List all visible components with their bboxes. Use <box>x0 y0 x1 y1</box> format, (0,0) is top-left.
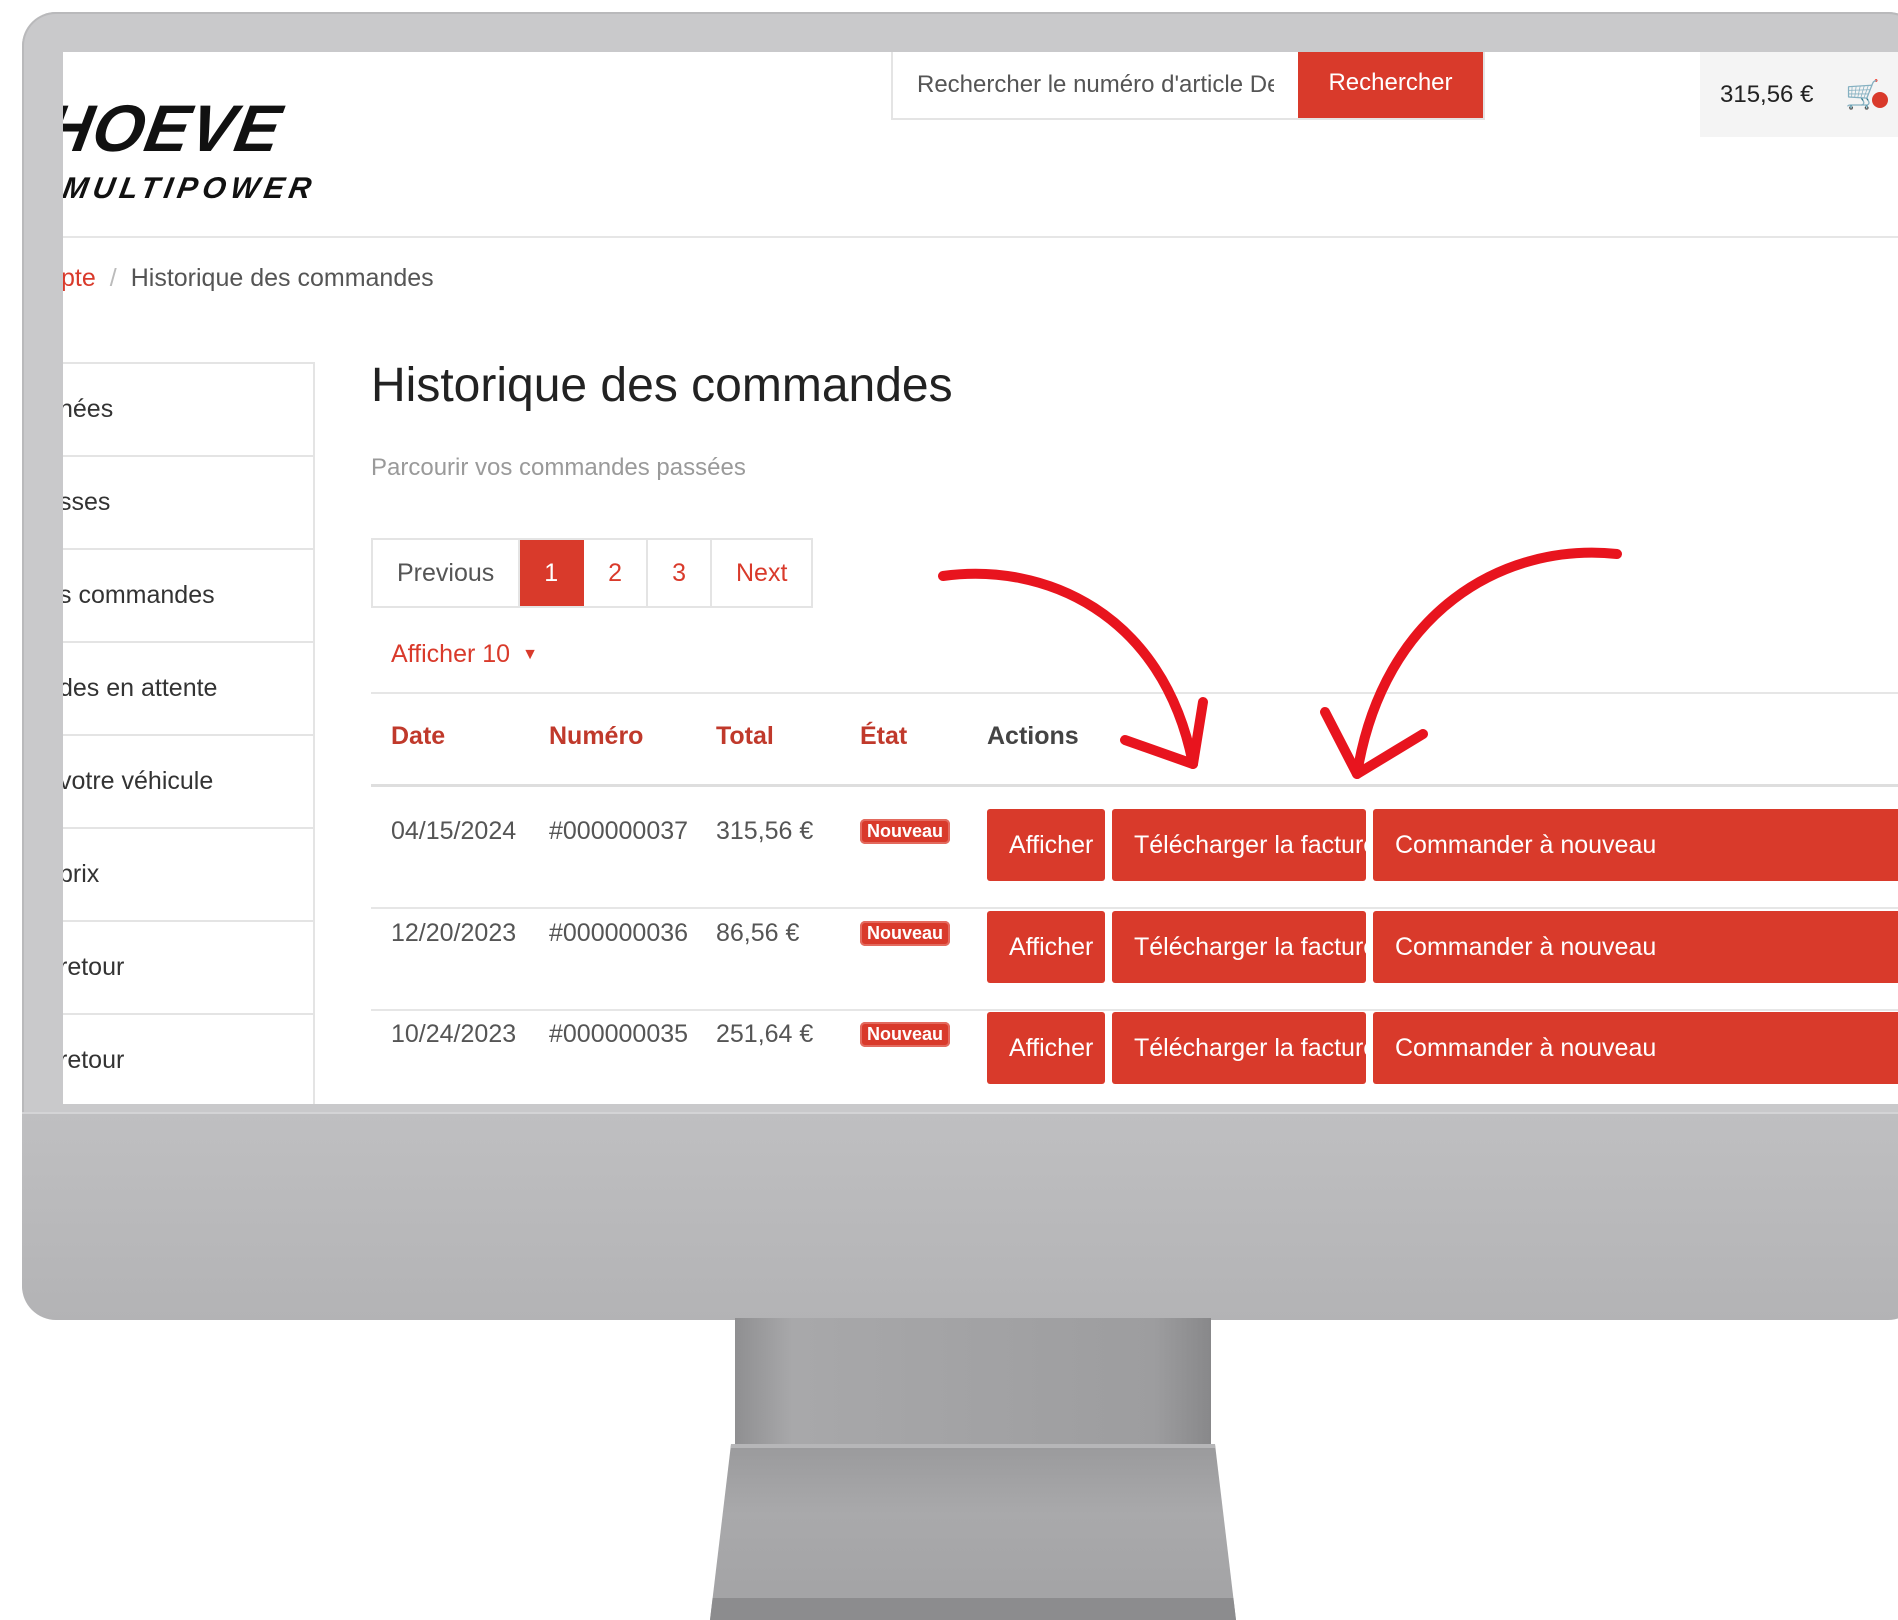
order-date: 10/24/2023 <box>391 1020 517 1048</box>
sidebar-item-account-data[interactable]: nées <box>63 364 313 457</box>
breadcrumb: pte / Historique des commandes <box>63 264 434 293</box>
pagination: Previous 1 2 3 Next <box>371 538 814 608</box>
sidebar-item-addresses[interactable]: sses <box>63 457 313 550</box>
logo-main-text: HOEVE <box>63 91 288 165</box>
order-number: #000000036 <box>549 919 689 947</box>
view-order-button[interactable]: Afficher <box>987 1012 1105 1084</box>
sidebar-item-label: des en attente <box>63 674 218 702</box>
reorder-button[interactable]: Commander à nouveau <box>1373 911 1898 983</box>
company-logo[interactable]: HOEVE MULTIPOWER <box>63 90 345 230</box>
view-order-button[interactable]: Afficher <box>987 809 1105 881</box>
view-order-button[interactable]: Afficher <box>987 911 1105 983</box>
status-badge: Nouveau <box>860 1022 951 1047</box>
order-date: 04/15/2024 <box>391 817 517 845</box>
cart-count-dot <box>1872 92 1889 108</box>
cart-widget[interactable]: 315,56 € 🛒 <box>1700 52 1898 137</box>
status-badge: Nouveau <box>860 921 951 946</box>
pagination-page-1[interactable]: 1 <box>520 540 585 606</box>
status-badge: Nouveau <box>860 819 951 844</box>
table-top-divider <box>371 692 1898 694</box>
sidebar-item-label: nées <box>63 395 114 423</box>
table-row: 10/24/2023 #000000035 251,64 € Nouveau A… <box>63 990 1898 1104</box>
pagination-previous[interactable]: Previous <box>373 540 521 606</box>
page-title: Historique des commandes <box>371 359 953 412</box>
search-button[interactable]: Rechercher <box>1298 52 1483 118</box>
caret-down-icon: ▼ <box>522 646 538 663</box>
monitor-screen: HOEVE MULTIPOWER Rechercher 315,56 € 🛒 p… <box>63 52 1898 1104</box>
column-header-status[interactable]: État <box>860 722 907 751</box>
column-header-actions: Actions <box>987 722 1079 750</box>
logo-sub-text: MULTIPOWER <box>63 172 319 205</box>
per-page-label: Afficher 10 <box>391 640 511 668</box>
monitor-stand-base <box>710 1444 1236 1620</box>
pagination-next[interactable]: Next <box>711 540 812 606</box>
order-number: #000000037 <box>549 817 689 845</box>
download-invoice-button[interactable]: Télécharger la facture <box>1112 809 1377 881</box>
order-total: 315,56 € <box>716 817 814 845</box>
arrowhead-view-button <box>1120 697 1208 769</box>
arrowhead-invoice-button <box>1320 707 1428 779</box>
order-total: 86,56 € <box>716 919 800 947</box>
column-header-number[interactable]: Numéro <box>549 722 643 751</box>
arrow-to-invoice-button <box>1352 547 1622 779</box>
monitor-stand-neck <box>735 1318 1211 1444</box>
shopping-cart-icon[interactable]: 🛒 <box>1845 78 1889 111</box>
order-date: 12/20/2023 <box>391 919 517 947</box>
per-page-dropdown[interactable]: Afficher 10 ▼ <box>391 640 538 669</box>
reorder-button[interactable]: Commander à nouveau <box>1373 1012 1898 1084</box>
page-subtitle: Parcourir vos commandes passées <box>371 454 746 481</box>
breadcrumb-separator: / <box>109 264 117 292</box>
sidebar-item-pending-orders[interactable]: des en attente <box>63 643 313 736</box>
column-header-date[interactable]: Date <box>391 722 445 751</box>
pagination-page-3[interactable]: 3 <box>648 540 712 606</box>
search-bar: Rechercher <box>891 52 1485 120</box>
search-input[interactable] <box>893 52 1298 118</box>
sidebar-item-order-history[interactable]: s commandes <box>63 550 313 643</box>
order-total: 251,64 € <box>716 1020 814 1048</box>
breadcrumb-link-account[interactable]: pte <box>63 264 96 292</box>
breadcrumb-current: Historique des commandes <box>130 264 434 292</box>
pagination-page-2[interactable]: 2 <box>584 540 649 606</box>
monitor-chin <box>22 1112 1898 1320</box>
order-number: #000000035 <box>549 1020 689 1048</box>
download-invoice-button[interactable]: Télécharger la facture <box>1112 1012 1377 1084</box>
column-header-total[interactable]: Total <box>716 722 774 751</box>
reorder-button[interactable]: Commander à nouveau <box>1373 809 1898 881</box>
cart-total: 315,56 € <box>1720 80 1814 108</box>
download-invoice-button[interactable]: Télécharger la facture <box>1112 911 1377 983</box>
sidebar-item-label: s commandes <box>63 581 215 609</box>
header-divider <box>63 236 1898 238</box>
sidebar-item-label: sses <box>63 488 111 516</box>
